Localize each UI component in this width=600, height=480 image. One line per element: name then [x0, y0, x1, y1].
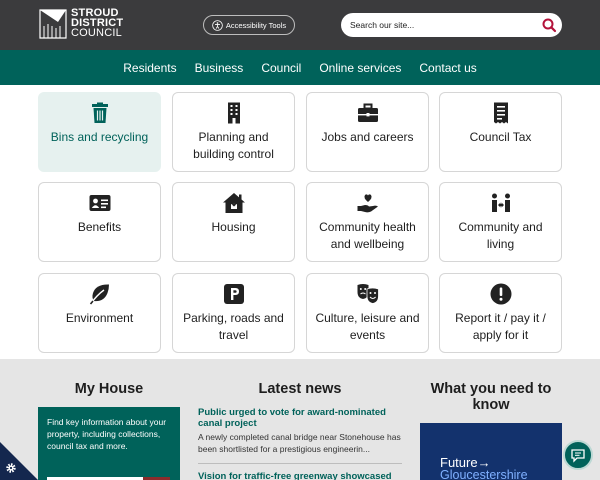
lower-section: My House Find key information about your… [0, 359, 600, 480]
parking-icon [223, 284, 244, 304]
site-header: STROUD DISTRICT COUNCIL Accessibility To… [0, 0, 600, 50]
hand-heart-icon [357, 194, 378, 213]
tile-label: Community health and wellbeing [319, 220, 416, 251]
building-icon [227, 102, 240, 124]
tile-jobs-and-careers[interactable]: Jobs and careers [306, 92, 429, 172]
council-logo-mark-icon [39, 9, 67, 39]
news-item: Vision for traffic-free greenway showcas… [198, 471, 402, 480]
site-search [341, 13, 562, 37]
tile-label: Bins and recycling [50, 130, 149, 144]
tile-housing[interactable]: Housing [172, 182, 295, 262]
tile-label: Community and living [458, 220, 543, 251]
id-card-icon [89, 195, 110, 211]
briefcase-icon [357, 103, 378, 122]
tile-culture-leisure-and-events[interactable]: Culture, leisure and events [306, 273, 429, 353]
nav-residents[interactable]: Residents [114, 61, 185, 75]
trash-bin-icon [91, 102, 108, 123]
nav-council[interactable]: Council [252, 61, 310, 75]
search-icon[interactable] [541, 17, 557, 33]
chat-button[interactable] [563, 440, 593, 470]
news-divider [198, 463, 402, 464]
accessibility-tools-label: Accessibility Tools [225, 20, 287, 30]
tile-report-pay-apply[interactable]: Report it / pay it / apply for it [439, 273, 562, 353]
cookie-settings-button[interactable] [0, 442, 38, 480]
main-navigation: Residents Business Council Online servic… [0, 50, 600, 85]
nav-business[interactable]: Business [186, 61, 253, 75]
tile-community-health-and-wellbeing[interactable]: Community health and wellbeing [306, 182, 429, 262]
receipt-icon [493, 102, 508, 124]
tile-label: Council Tax [469, 130, 532, 144]
need-to-know-heading: What you need to know [430, 381, 552, 413]
tile-benefits[interactable]: Benefits [38, 182, 161, 262]
my-house-panel: Find key information about your property… [38, 407, 180, 480]
nav-contact-us[interactable]: Contact us [410, 61, 485, 75]
news-title-link[interactable]: Vision for traffic-free greenway showcas… [198, 471, 402, 480]
people-arrows-icon [491, 193, 510, 212]
search-input[interactable] [350, 20, 540, 30]
council-logo[interactable]: STROUD DISTRICT COUNCIL [38, 8, 123, 40]
nav-online-services[interactable]: Online services [310, 61, 410, 75]
logo-line-3: COUNCIL [71, 27, 122, 39]
tile-bins-and-recycling[interactable]: Bins and recycling [38, 92, 161, 172]
tile-environment[interactable]: Environment [38, 273, 161, 353]
latest-news-heading: Latest news [258, 381, 342, 397]
tile-community-and-living[interactable]: Community and living [439, 182, 562, 262]
news-snippet: A newly completed canal bridge near Ston… [198, 432, 401, 454]
my-house-text: Find key information about your property… [47, 417, 167, 451]
gear-icon [6, 463, 16, 473]
tile-label: Jobs and careers [321, 130, 414, 144]
leaf-icon [89, 284, 109, 305]
council-name: STROUD DISTRICT COUNCIL [71, 8, 123, 39]
exclamation-icon [490, 283, 511, 305]
future-gloucestershire-banner[interactable]: Future→ Gloucestershire [420, 423, 562, 480]
theater-masks-icon [357, 284, 379, 304]
my-house-heading: My House [74, 381, 144, 397]
accessibility-icon [212, 19, 223, 31]
tile-council-tax[interactable]: Council Tax [439, 92, 562, 172]
house-icon [222, 193, 245, 213]
tile-label: Culture, leisure and events [315, 311, 420, 342]
tile-label: Report it / pay it / apply for it [455, 311, 546, 342]
tile-label: Benefits [77, 220, 122, 234]
news-title-link[interactable]: Public urged to vote for award-nominated… [198, 407, 402, 429]
tile-label: Housing [211, 220, 256, 234]
tile-label: Planning and building control [193, 130, 274, 161]
news-item: Public urged to vote for award-nominated… [198, 407, 402, 455]
banner-text: Future→ Gloucestershire [440, 456, 528, 480]
tile-planning-and-building-control[interactable]: Planning and building control [172, 92, 295, 172]
tile-label: Environment [65, 311, 134, 325]
chat-icon [571, 449, 585, 463]
tile-parking-roads-and-travel[interactable]: Parking, roads and travel [172, 273, 295, 353]
tile-label: Parking, roads and travel [183, 311, 284, 342]
banner-line-2: Gloucestershire [440, 468, 528, 480]
accessibility-tools-button[interactable]: Accessibility Tools [203, 15, 295, 35]
